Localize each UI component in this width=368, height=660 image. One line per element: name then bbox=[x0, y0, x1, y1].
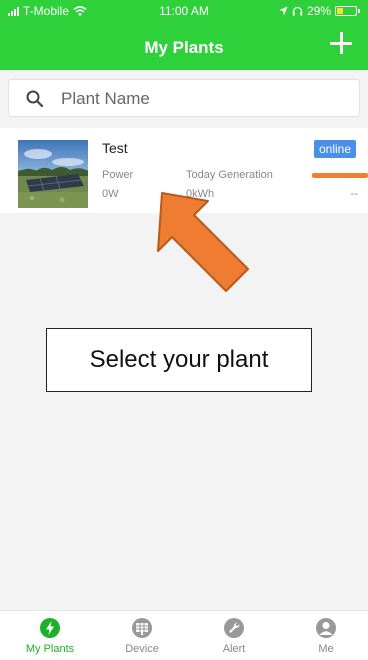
tab-bar: My Plants Device Alert Me bbox=[0, 610, 368, 660]
status-bar: T-Mobile 11:00 AM 29% bbox=[0, 0, 368, 22]
tab-label: My Plants bbox=[25, 643, 75, 655]
generation-label: Today Generation bbox=[186, 169, 273, 181]
battery-icon bbox=[335, 6, 357, 16]
search-box[interactable] bbox=[8, 79, 360, 117]
device-icon bbox=[132, 618, 152, 638]
callout-text: Select your plant bbox=[89, 346, 269, 373]
tab-device[interactable]: Device bbox=[96, 615, 188, 660]
status-indicator bbox=[312, 173, 368, 178]
tab-label: Alert bbox=[222, 643, 246, 655]
app-header: T-Mobile 11:00 AM 29% My Plants bbox=[0, 0, 368, 70]
search-icon bbox=[26, 90, 44, 108]
instruction-callout: Select your plant bbox=[46, 328, 312, 392]
search-input[interactable] bbox=[61, 87, 341, 111]
location-icon bbox=[279, 6, 288, 16]
plant-thumbnail bbox=[18, 140, 88, 208]
page-title: My Plants bbox=[144, 38, 224, 57]
search-area bbox=[0, 70, 368, 125]
extra-value: -- bbox=[350, 188, 358, 200]
add-plant-button[interactable] bbox=[328, 30, 354, 56]
annotation-arrow bbox=[157, 192, 249, 292]
tab-alert[interactable]: Alert bbox=[188, 615, 280, 660]
headphones-icon bbox=[292, 6, 303, 16]
status-right: 29% bbox=[279, 4, 360, 18]
tab-me[interactable]: Me bbox=[280, 615, 368, 660]
power-label: Power bbox=[102, 169, 134, 181]
tab-label: Me bbox=[318, 643, 334, 655]
tab-label: Device bbox=[125, 643, 159, 655]
lightning-icon bbox=[40, 618, 60, 638]
person-icon bbox=[316, 618, 336, 638]
wrench-icon bbox=[224, 618, 244, 638]
battery-percent: 29% bbox=[306, 4, 331, 18]
status-badge: online bbox=[313, 140, 356, 158]
battery-tip bbox=[358, 9, 360, 13]
tab-my-plants[interactable]: My Plants bbox=[4, 615, 96, 660]
power-value: 0W bbox=[102, 188, 119, 200]
plant-name: Test bbox=[102, 140, 128, 156]
